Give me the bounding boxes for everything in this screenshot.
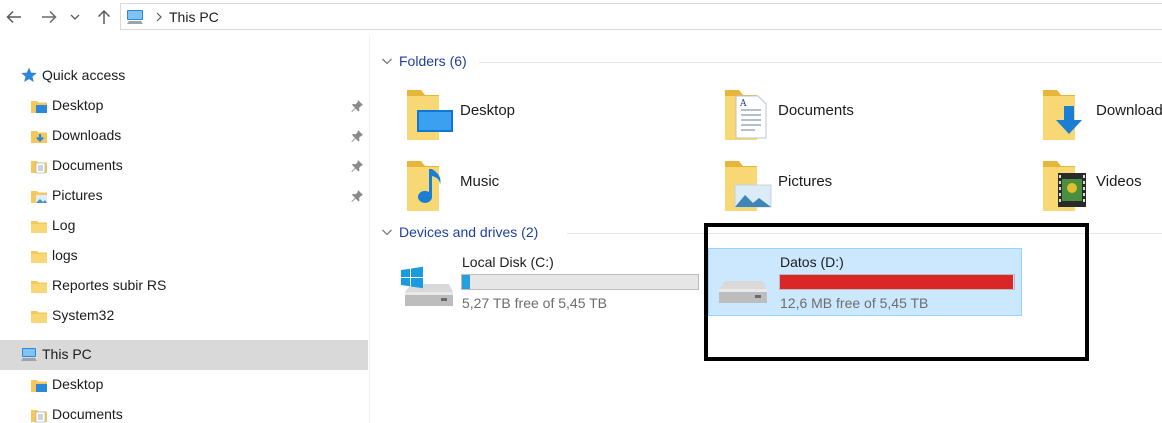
downloads-folder-icon [1043,90,1082,140]
folder-label: Documents [778,102,854,119]
sidebar-item-quick-access[interactable]: Quick access [0,61,368,91]
navigation-pane: Quick access Desktop Downloads Documents… [0,36,370,423]
pictures-folder-icon [725,161,772,211]
navigation-bar: This PC [0,0,1162,36]
back-button[interactable] [2,5,26,29]
pin-icon[interactable] [350,159,364,173]
drive-name: Local Disk (C:) [462,254,554,270]
folders-group-header[interactable]: Folders (6) [381,51,1162,73]
chevron-down-icon [70,14,80,20]
group-divider [479,62,1162,63]
sidebar-item-documents[interactable]: Documents [0,151,368,181]
folder-icon [31,221,47,233]
sidebar-label: logs [52,247,78,263]
sidebar-label: Desktop [52,376,104,392]
documents-folder-icon: A [725,90,767,140]
sidebar-label: Quick access [42,67,126,83]
documents-folder-icon [31,410,47,423]
pin-icon[interactable] [350,129,364,143]
sidebar-item-log[interactable]: Log [0,211,368,241]
this-pc-icon [127,10,143,24]
sidebar-item-system32[interactable]: System32 [0,301,368,331]
sidebar-label: Documents [52,406,123,422]
drive-free-space: 5,27 TB free of 5,45 TB [462,295,608,311]
folder-tile-downloads[interactable]: Downloads [1040,84,1162,144]
drives-group-header[interactable]: Devices and drives (2) [381,222,1162,244]
drive-usage-bar [779,274,1015,290]
up-button[interactable] [92,5,116,29]
sidebar-item-downloads[interactable]: Downloads [0,121,368,151]
chevron-down-icon [382,229,392,236]
folder-label: Pictures [778,173,833,190]
svg-text:A: A [739,99,747,109]
back-arrow-icon [6,10,21,24]
drive-name: Datos (D:) [780,254,844,270]
sidebar-label: Log [52,217,76,233]
windows-drive-icon [401,266,453,306]
sidebar-item-this-pc[interactable]: This PC [0,340,368,370]
music-folder-icon [407,161,441,211]
folder-label: Videos [1096,173,1142,190]
folder-label: Music [460,173,500,190]
drive-usage-fill [462,275,470,289]
drive-usage-fill [780,275,1013,289]
recent-locations-button[interactable] [67,5,83,29]
forward-button[interactable] [37,5,61,29]
star-icon [21,67,37,82]
videos-folder-icon [1043,161,1086,211]
folder-tile-pictures[interactable]: Pictures [722,155,1022,215]
sidebar-item-this-pc-documents[interactable]: Documents [0,400,368,423]
sidebar-label: System32 [52,307,115,323]
content-pane: Folders (6) Desktop A Documents Download… [371,36,1162,423]
sidebar-label: Documents [52,157,123,173]
folder-icon [31,251,47,263]
forward-arrow-icon [42,10,57,24]
pictures-folder-icon [31,191,47,203]
downloads-folder-icon [31,131,47,143]
this-pc-icon [21,348,37,361]
drive-tile-datos-d[interactable]: Datos (D:) 12,6 MB free of 5,45 TB [708,248,1022,316]
desktop-folder-icon [31,101,47,113]
desktop-folder-icon [31,380,47,392]
up-arrow-icon [97,9,111,24]
drive-tile-local-disk-c[interactable]: Local Disk (C:) 5,27 TB free of 5,45 TB [395,250,705,318]
sidebar-item-this-pc-desktop[interactable]: Desktop [0,370,368,400]
sidebar-label: Reportes subir RS [52,277,167,293]
documents-folder-icon [31,161,47,174]
sidebar-label: Pictures [52,187,103,203]
chevron-down-icon [382,58,392,65]
folder-icon [31,311,47,323]
sidebar-label: Downloads [52,127,122,143]
folder-tile-documents[interactable]: A Documents [722,84,1022,144]
pin-icon[interactable] [350,99,364,113]
folder-tile-videos[interactable]: Videos [1040,155,1162,215]
folder-icon [31,281,47,293]
address-location[interactable]: This PC [169,9,219,25]
group-title: Folders (6) [399,53,467,69]
sidebar-label: Desktop [52,97,104,113]
address-bar[interactable]: This PC [120,3,1162,30]
group-divider [567,233,1162,234]
sidebar-item-logs[interactable]: logs [0,241,368,271]
drive-free-space: 12,6 MB free of 5,45 TB [780,295,929,311]
folder-label: Desktop [460,102,516,119]
hard-drive-icon [719,281,767,303]
drive-usage-bar [461,274,699,290]
sidebar-item-pictures[interactable]: Pictures [0,181,368,211]
breadcrumb-chevron-icon [156,12,162,22]
sidebar-item-reportes-subir-rs[interactable]: Reportes subir RS [0,271,368,301]
folder-label: Downloads [1096,102,1162,119]
pin-icon[interactable] [350,189,364,203]
folder-tile-music[interactable]: Music [404,155,704,215]
desktop-folder-icon [407,90,453,140]
group-title: Devices and drives (2) [399,224,539,240]
sidebar-label: This PC [42,346,92,362]
folder-tile-desktop[interactable]: Desktop [404,84,704,144]
sidebar-item-desktop[interactable]: Desktop [0,91,368,121]
